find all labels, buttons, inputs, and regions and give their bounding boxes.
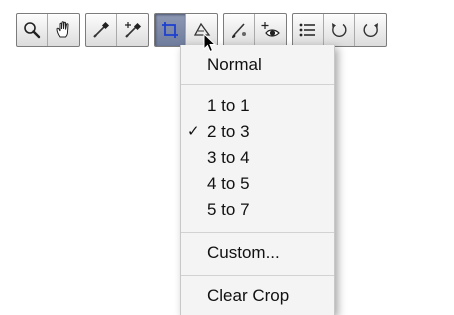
menu-item-2-to-3[interactable]: ✓ 2 to 3 [181,119,334,145]
crop-aspect-ratio-screen: Normal 1 to 1 ✓ 2 to 3 3 to 4 4 to 5 5 t… [0,0,454,315]
menu-item-normal[interactable]: Normal [181,52,334,78]
red-eye-icon [261,22,280,37]
rotate-right-button[interactable] [355,14,386,46]
eyedropper-plus-icon [124,22,141,38]
eyedropper-tool-button[interactable] [86,14,117,46]
menu-item-clear-crop[interactable]: Clear Crop [181,283,334,309]
red-eye-tool-button[interactable] [255,14,286,46]
eyedropper-plus-tool-button[interactable] [117,14,148,46]
menu-item-label: Normal [207,55,262,74]
rotate-right-icon [362,23,378,38]
menu-item-3-to-4[interactable]: 3 to 4 [181,145,334,171]
retouch-brush-icon [232,23,246,38]
eyedropper-icon [93,21,110,38]
retouch-brush-tool-button[interactable] [224,14,255,46]
menu-item-label: 5 to 7 [207,200,250,219]
menu-item-4-to-5[interactable]: 4 to 5 [181,171,334,197]
menu-separator [181,232,334,233]
crop-icon [162,22,178,38]
hand-tool-button[interactable] [48,14,79,46]
zoom-tool-button[interactable] [17,14,48,46]
retouch-tool-group [223,13,287,47]
menu-separator [181,275,334,276]
menu-item-label: Custom... [207,243,280,262]
list-icon [299,23,315,37]
checkmark-icon: ✓ [187,123,200,140]
list-button[interactable] [293,14,324,46]
crop-tool-button[interactable] [155,14,186,46]
view-tool-group [292,13,387,47]
menu-item-label: 4 to 5 [207,174,250,193]
navigation-tool-group [16,13,80,47]
menu-separator [181,84,334,85]
zoom-icon [24,22,41,39]
menu-item-5-to-7[interactable]: 5 to 7 [181,197,334,223]
menu-item-label: 1 to 1 [207,96,250,115]
menu-item-1-to-1[interactable]: 1 to 1 [181,93,334,119]
rotate-left-button[interactable] [324,14,355,46]
menu-item-label: 3 to 4 [207,148,250,167]
eyedropper-tool-group [85,13,149,47]
menu-item-custom[interactable]: Custom... [181,240,334,266]
mouse-pointer-icon [203,33,217,53]
menu-item-label: 2 to 3 [207,122,250,141]
hand-icon [55,21,69,38]
menu-item-label: Clear Crop [207,286,290,305]
rotate-left-icon [332,23,347,38]
crop-ratio-menu: Normal 1 to 1 ✓ 2 to 3 3 to 4 4 to 5 5 t… [180,45,335,315]
